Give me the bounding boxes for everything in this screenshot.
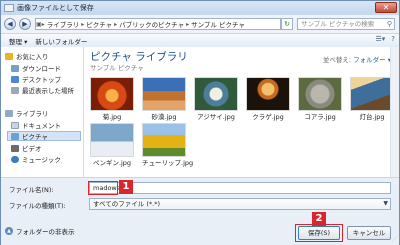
breadcrumb-item-sample-pictures[interactable]: サンプル ピクチャ xyxy=(189,19,247,29)
search-placeholder: サンプル ピクチャの検索 xyxy=(301,20,375,28)
sidebar-item-label: ミュージック xyxy=(22,156,61,164)
filetype-dropdown[interactable]: すべてのファイル (*.*) ▼ xyxy=(89,198,391,210)
search-icon: ⚲ xyxy=(386,20,392,28)
thumbnail-caption: クラゲ.jpg xyxy=(252,113,284,121)
save-as-dialog: 画像ファイルとして保存 ✕ ◀ ▶ ▣ ▸ ライブラリ ▸ ピクチャ ▸ パブリ… xyxy=(0,0,400,245)
help-icon[interactable]: ? xyxy=(391,35,395,43)
thumbnail-item[interactable]: コアラ.jpg xyxy=(298,77,342,121)
sidebar-item-recent-places[interactable]: 最近表示した場所 xyxy=(11,85,74,95)
thumbnail-image xyxy=(90,123,134,157)
sidebar-item-downloads[interactable]: ダウンロード xyxy=(11,63,61,73)
thumbnail-caption: ペンギン.jpg xyxy=(92,159,132,167)
arrange-dropdown[interactable]: フォルダー ▾ xyxy=(353,56,391,64)
chevron-down-icon: ▼ xyxy=(383,200,388,207)
save-button[interactable]: 保存(S) xyxy=(298,226,340,240)
breadcrumb-item-public-pictures[interactable]: パブリックのピクチャ xyxy=(117,19,186,29)
thumbnail-item[interactable]: ペンギン.jpg xyxy=(90,123,134,167)
filetype-label: ファイルの種類(T): xyxy=(9,202,66,210)
thumbnail-item[interactable]: チューリップ.jpg xyxy=(142,123,194,167)
cancel-button[interactable]: キャンセル xyxy=(347,226,391,240)
thumbnail-item[interactable]: アジサイ.jpg xyxy=(194,77,238,121)
refresh-button[interactable]: ↻ xyxy=(281,18,293,30)
filename-field[interactable]: madowaku xyxy=(89,182,391,194)
navigation-pane: お気に入り ダウンロード デスクトップ 最近表示した場所 ライブラリ ドキュメン… xyxy=(1,47,84,177)
sidebar-item-label: ビデオ xyxy=(22,145,42,153)
organize-button[interactable]: 整理 ▾ xyxy=(9,36,27,46)
sidebar-item-pictures[interactable]: ピクチャ xyxy=(7,131,81,141)
command-toolbar: 整理 ▾ 新しいフォルダー ☰▾ ? xyxy=(1,33,399,48)
arrange-by: 並べ替え: フォルダー ▾ xyxy=(323,54,391,64)
thumbnail-caption: 灯台.jpg xyxy=(359,113,385,121)
sidebar-item-desktop[interactable]: デスクトップ xyxy=(11,74,61,84)
breadcrumb[interactable]: ▣ ▸ ライブラリ ▸ ピクチャ ▸ パブリックのピクチャ ▸ サンプル ピクチ… xyxy=(35,18,281,30)
forward-button[interactable]: ▶ xyxy=(19,18,31,30)
sidebar-item-libraries[interactable]: ライブラリ xyxy=(5,108,49,118)
documents-icon xyxy=(11,121,19,129)
resize-grip-icon[interactable]: ⋰ xyxy=(391,236,397,243)
chevron-up-icon: ▲ xyxy=(5,227,13,235)
vertical-scrollbar[interactable] xyxy=(390,47,399,177)
thumbnail-image xyxy=(90,77,134,111)
new-folder-button[interactable]: 新しいフォルダー xyxy=(35,36,87,46)
recent-places-icon xyxy=(11,86,19,94)
view-options-icon[interactable]: ☰▾ xyxy=(375,35,385,43)
sidebar-item-label: デスクトップ xyxy=(22,76,61,84)
library-icon xyxy=(5,109,13,117)
title-bar: 画像ファイルとして保存 ✕ xyxy=(1,1,399,15)
hide-folders-label: フォルダーの非表示 xyxy=(16,228,75,236)
dialog-app-icon xyxy=(4,4,14,12)
breadcrumb-item-pictures[interactable]: ピクチャ xyxy=(84,19,114,29)
thumbnail-caption: 菊.jpg xyxy=(102,113,122,121)
file-list-pane: ピクチャ ライブラリ サンプル ピクチャ 並べ替え: フォルダー ▾ 菊.jpg… xyxy=(84,47,399,177)
thumbnail-image xyxy=(142,123,186,157)
sidebar-item-music[interactable]: ミュージック xyxy=(11,154,61,164)
address-bar: ◀ ▶ ▣ ▸ ライブラリ ▸ ピクチャ ▸ パブリックのピクチャ ▸ サンプル… xyxy=(1,15,399,33)
callout-box-1 xyxy=(88,181,118,195)
download-folder-icon xyxy=(11,64,19,72)
thumbnail-image xyxy=(298,77,342,111)
sidebar-item-documents[interactable]: ドキュメント xyxy=(11,120,61,130)
sidebar-item-favorites[interactable]: お気に入り xyxy=(5,51,49,61)
thumbnail-caption: チューリップ.jpg xyxy=(142,159,194,167)
filetype-value: すべてのファイル (*.*) xyxy=(93,200,160,208)
sidebar-item-videos[interactable]: ビデオ xyxy=(11,143,42,153)
thumbnail-caption: アジサイ.jpg xyxy=(197,113,235,121)
sidebar-item-label: 最近表示した場所 xyxy=(22,87,74,95)
breadcrumb-item-library[interactable]: ライブラリ xyxy=(45,19,82,29)
thumbnail-item[interactable]: クラゲ.jpg xyxy=(246,77,290,121)
filename-label: ファイル名(N): xyxy=(9,186,54,194)
thumbnail-image xyxy=(246,77,290,111)
thumbnail-image xyxy=(142,77,186,111)
thumbnail-image xyxy=(350,77,394,111)
sidebar-item-label: ダウンロード xyxy=(22,65,61,73)
music-icon xyxy=(11,155,19,163)
sidebar-item-label: ライブラリ xyxy=(16,110,49,118)
sidebar-item-label: ドキュメント xyxy=(22,122,61,130)
sidebar-item-label: お気に入り xyxy=(16,53,49,61)
thumbnail-item[interactable]: 砂漠.jpg xyxy=(142,77,186,121)
video-icon xyxy=(11,144,19,152)
save-options-panel: ファイル名(N): madowaku 1 ファイルの種類(T): すべてのファイ… xyxy=(1,177,399,245)
hide-folders-button[interactable]: ▲ フォルダーの非表示 xyxy=(5,226,75,236)
close-button[interactable]: ✕ xyxy=(375,2,397,13)
thumbnail-caption: 砂漠.jpg xyxy=(151,113,177,121)
thumbnail-image xyxy=(194,77,238,111)
thumbnail-item[interactable]: 菊.jpg xyxy=(90,77,134,121)
search-input[interactable]: サンプル ピクチャの検索 ⚲ xyxy=(297,18,395,30)
sidebar-item-label: ピクチャ xyxy=(22,133,48,141)
library-subtitle: サンプル ピクチャ xyxy=(90,64,144,72)
window-title: 画像ファイルとして保存 xyxy=(17,4,94,12)
thumbnail-item[interactable]: 灯台.jpg xyxy=(350,77,394,121)
desktop-icon xyxy=(11,75,19,83)
star-icon xyxy=(5,52,13,60)
callout-number-1: 1 xyxy=(119,180,133,194)
pictures-icon xyxy=(11,132,19,140)
thumbnail-caption: コアラ.jpg xyxy=(304,113,336,121)
arrange-label: 並べ替え: xyxy=(322,56,352,64)
back-button[interactable]: ◀ xyxy=(4,18,16,30)
